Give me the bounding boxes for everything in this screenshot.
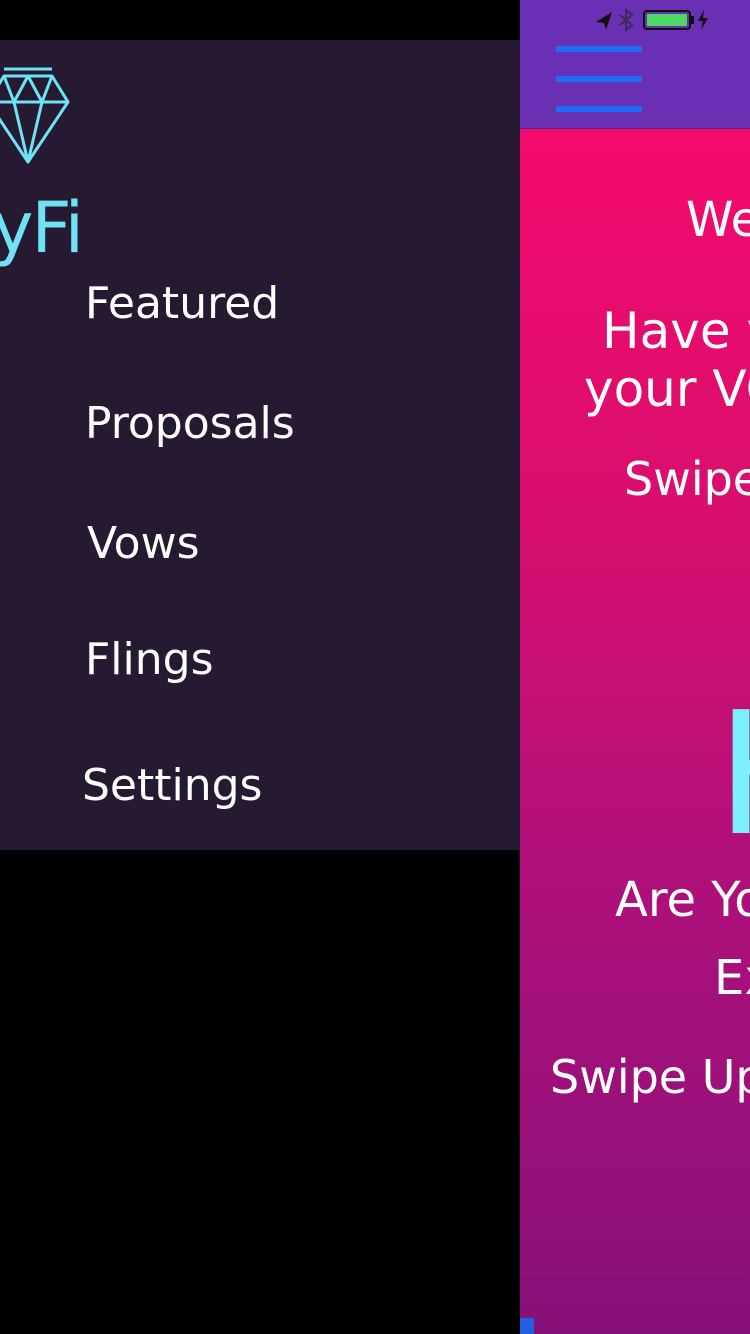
swipe-instruction-1: Swipe — [624, 452, 750, 506]
menu-item-proposals[interactable]: Proposals — [85, 398, 295, 450]
app-logo-text: yFi — [0, 187, 84, 269]
welcome-text: We — [686, 192, 750, 248]
swipe-up-instruction: Swipe Up — [550, 1050, 750, 1104]
headline-line-2: your VO — [584, 360, 750, 418]
bottom-edge-accent — [520, 1318, 534, 1334]
big-letter-heading: H — [716, 690, 750, 860]
question-line-2: Ex — [714, 950, 750, 1006]
hamburger-menu-icon[interactable] — [556, 46, 642, 112]
menu-item-settings[interactable]: Settings — [82, 760, 262, 812]
top-navbar — [520, 0, 750, 129]
menu-item-vows[interactable]: Vows — [87, 518, 200, 570]
menu-item-featured[interactable]: Featured — [85, 278, 279, 330]
headline-line-1: Have y — [602, 302, 750, 360]
charging-bolt-icon — [698, 10, 708, 30]
side-drawer: yFi Featured Proposals Vows Flings Setti… — [0, 40, 520, 850]
menu-item-flings[interactable]: Flings — [85, 634, 214, 686]
location-arrow-icon — [596, 12, 612, 30]
main-content-panel[interactable]: We Have y your VO Swipe H Are Yo Ex Swip… — [520, 0, 750, 1334]
diamond-logo-icon — [0, 66, 70, 170]
battery-icon — [643, 10, 694, 30]
question-line-1: Are Yo — [615, 872, 750, 928]
status-bar — [592, 7, 742, 33]
bluetooth-icon — [619, 7, 634, 33]
